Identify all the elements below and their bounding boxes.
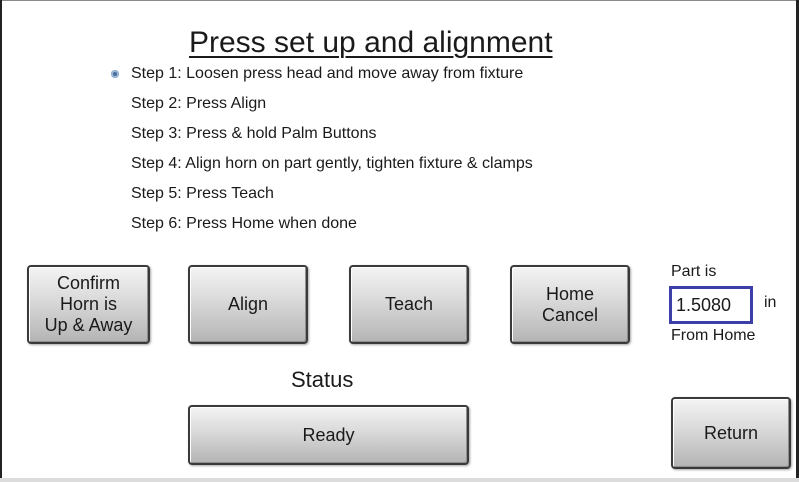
return-button[interactable]: Return [671,397,791,469]
button-label: Confirm [56,273,120,293]
position-suffix-label: From Home [671,327,756,344]
step-text: Step 3: Press & hold Palm Buttons [131,125,377,142]
instruction-steps: Step 1: Loosen press head and move away … [111,63,533,243]
part-position-label: Part is [671,263,717,280]
status-text: Ready [302,424,355,445]
current-step-bullet-icon [111,70,119,78]
align-button[interactable]: Align [188,265,308,344]
page-title: Press set up and alignment [189,26,553,59]
button-label: Return [703,422,759,443]
step-text: Step 5: Press Teach [131,185,274,202]
step-item: Step 4: Align horn on part gently, tight… [131,153,533,183]
window-bottom-edge [0,478,799,482]
teach-button[interactable]: Teach [349,265,469,344]
button-label: Home [545,283,594,304]
step-item: Step 3: Press & hold Palm Buttons [131,123,533,153]
button-label: Align [227,294,269,314]
window-left-border [0,0,2,482]
step-text: Step 4: Align horn on part gently, tight… [131,155,533,172]
status-label: Status [291,367,354,392]
part-position-value-field[interactable]: 1.5080 [669,286,753,324]
step-item: Step 5: Press Teach [131,183,533,213]
button-label: Teach [384,294,434,314]
home-cancel-button[interactable]: Home Cancel [510,265,630,344]
step-item: Step 2: Press Align [131,93,533,123]
position-unit: in [764,294,777,311]
button-label: Horn is [59,294,117,314]
step-text: Step 6: Press Home when done [131,215,357,232]
button-label: Up & Away [44,315,133,335]
status-ready-indicator[interactable]: Ready [188,405,469,465]
confirm-horn-up-button[interactable]: Confirm Horn is Up & Away [27,265,150,344]
step-item: Step 6: Press Home when done [131,213,533,243]
step-text: Step 2: Press Align [131,95,267,112]
step-text: Step 1: Loosen press head and move away … [131,65,524,82]
step-item: Step 1: Loosen press head and move away … [111,63,533,93]
button-label: Cancel [541,304,599,325]
